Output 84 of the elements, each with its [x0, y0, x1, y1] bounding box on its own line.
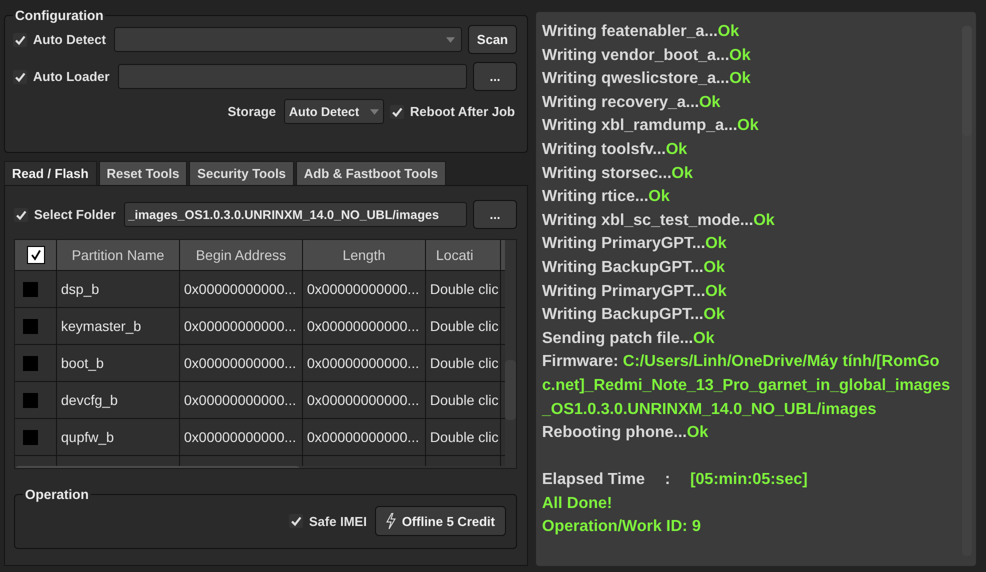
log-line: Writing storsec...Ok — [542, 164, 694, 184]
row-checkbox[interactable] — [23, 392, 38, 408]
log-line: Writing xbl_ramdump_a...Ok — [542, 116, 760, 136]
table-cell: 0x00000000000... — [303, 271, 426, 307]
caret-icon — [370, 108, 380, 114]
check-icon — [14, 70, 26, 82]
storage-label: Storage — [228, 104, 276, 119]
storage-dropdown[interactable]: Auto Detect — [284, 99, 384, 124]
table-cell: 0x00000000000... — [303, 308, 426, 344]
check-icon — [290, 515, 302, 527]
log-line: Writing toolsfv...Ok — [542, 140, 688, 160]
row-checkbox[interactable] — [23, 282, 38, 296]
tab[interactable]: Reset Tools — [98, 161, 188, 185]
table-cell: 0x00000000000... — [303, 419, 426, 455]
table-cell: Double clic — [426, 308, 501, 344]
checkbox[interactable] — [13, 70, 27, 84]
log-line: Elapsed Time : [05:min:05:sec] — [542, 470, 809, 490]
table-cell: qupfw_b — [57, 419, 180, 455]
tab[interactable]: Read / Flash — [4, 161, 97, 185]
checkbox-label: Reboot After Job — [410, 104, 515, 119]
lightning-icon — [386, 513, 396, 529]
checkbox-label: Auto Detect — [33, 32, 106, 47]
table-cell: 0x00000000000... — [180, 345, 303, 381]
tab[interactable]: Security Tools — [189, 161, 294, 185]
checkbox-label: Auto Loader — [33, 69, 110, 84]
offline-credit-button[interactable]: Offline 5 Credit — [374, 506, 506, 536]
log-line: Writing recovery_a...Ok — [542, 92, 722, 113]
table-cell: 0x00000000000... — [180, 419, 303, 455]
table-cell: 0x00000000000... — [303, 345, 426, 381]
select-all-checkbox[interactable] — [26, 246, 44, 264]
log-line: Rebooting phone...Ok — [542, 423, 710, 444]
scan-button[interactable]: Scan — [468, 25, 517, 54]
row-checkbox[interactable] — [23, 318, 38, 334]
log-line: Writing rtice...Ok — [542, 187, 671, 208]
browse-button[interactable]: ... — [473, 200, 517, 229]
check-icon — [15, 208, 27, 220]
table-cell: Double clic — [426, 419, 501, 455]
tab[interactable]: Adb & Fastboot Tools — [296, 161, 446, 185]
checkbox[interactable] — [390, 104, 404, 118]
log-line: Writing PrimaryGPT...Ok — [542, 282, 728, 302]
group-title: Operation — [24, 487, 90, 502]
table-cell: 0x00000000000... — [180, 382, 303, 418]
column-header[interactable]: Locati — [426, 240, 501, 270]
column-header[interactable]: Length — [303, 240, 426, 270]
checkbox[interactable] — [13, 32, 27, 46]
log-line: Writing BackupGPT...Ok — [542, 258, 726, 278]
log-line: Writing featenabler_a...Ok — [542, 22, 740, 42]
checkbox-label: Select Folder — [34, 207, 116, 222]
column-header[interactable]: Begin Address — [180, 240, 303, 270]
log-line: Writing xbl_sc_test_mode...Ok — [542, 210, 776, 231]
checkbox-label: Safe IMEI — [309, 514, 367, 528]
log-line: Writing BackupGPT...Ok — [542, 305, 726, 326]
log-line: Sending patch file...Ok — [542, 328, 716, 349]
table-cell: Double clic — [426, 382, 501, 418]
caret-icon — [446, 36, 455, 42]
table-cell: dsp_b — [57, 271, 180, 307]
scrollbar-thumb[interactable] — [505, 360, 516, 420]
checkbox[interactable] — [289, 514, 304, 528]
table-cell: boot_b — [57, 345, 180, 381]
table-cell: 0x00000000000... — [180, 308, 303, 344]
browse-button[interactable]: ... — [473, 62, 517, 91]
checkbox[interactable] — [14, 208, 28, 222]
folder-path-field[interactable]: _images_OS1.0.3.0.UNRINXM_14.0_NO_UBL/images — [124, 202, 467, 227]
log-line: Writing PrimaryGPT...Ok — [542, 234, 728, 254]
log-line: Writing vendor_boot_a...Ok — [542, 46, 752, 66]
group-title: Configuration — [14, 8, 104, 23]
check-icon — [30, 249, 42, 261]
table-cell: devcfg_b — [57, 382, 180, 418]
log-line: All Done! — [542, 494, 614, 514]
log-line: Writing qweslicstore_a...Ok — [542, 69, 752, 90]
table-cell: Double clic — [426, 345, 501, 381]
log-line: Firmware: C:/Users/Linh/OneDrive/Máy tính/[RomGoc.net]_Redmi_Note_13_Pro_garnet_in_global_images_OS1.0.3.0.UNRINXM_14.0_NO_UBL/images — [542, 352, 952, 420]
table-cell: 0x00000000000... — [180, 271, 303, 307]
loader-input-field[interactable] — [118, 64, 467, 89]
table-cell: keymaster_b — [57, 308, 180, 344]
column-header[interactable]: Partition Name — [57, 240, 180, 270]
row-checkbox[interactable] — [23, 356, 38, 370]
table-cell: Double clic — [426, 271, 501, 307]
check-icon — [14, 34, 26, 46]
check-icon — [391, 106, 404, 118]
log-line: Operation/Work ID: 9 — [542, 517, 702, 538]
table-cell: 0x00000000000... — [303, 382, 426, 418]
row-checkbox[interactable] — [23, 430, 38, 444]
device-dropdown[interactable] — [114, 27, 462, 52]
